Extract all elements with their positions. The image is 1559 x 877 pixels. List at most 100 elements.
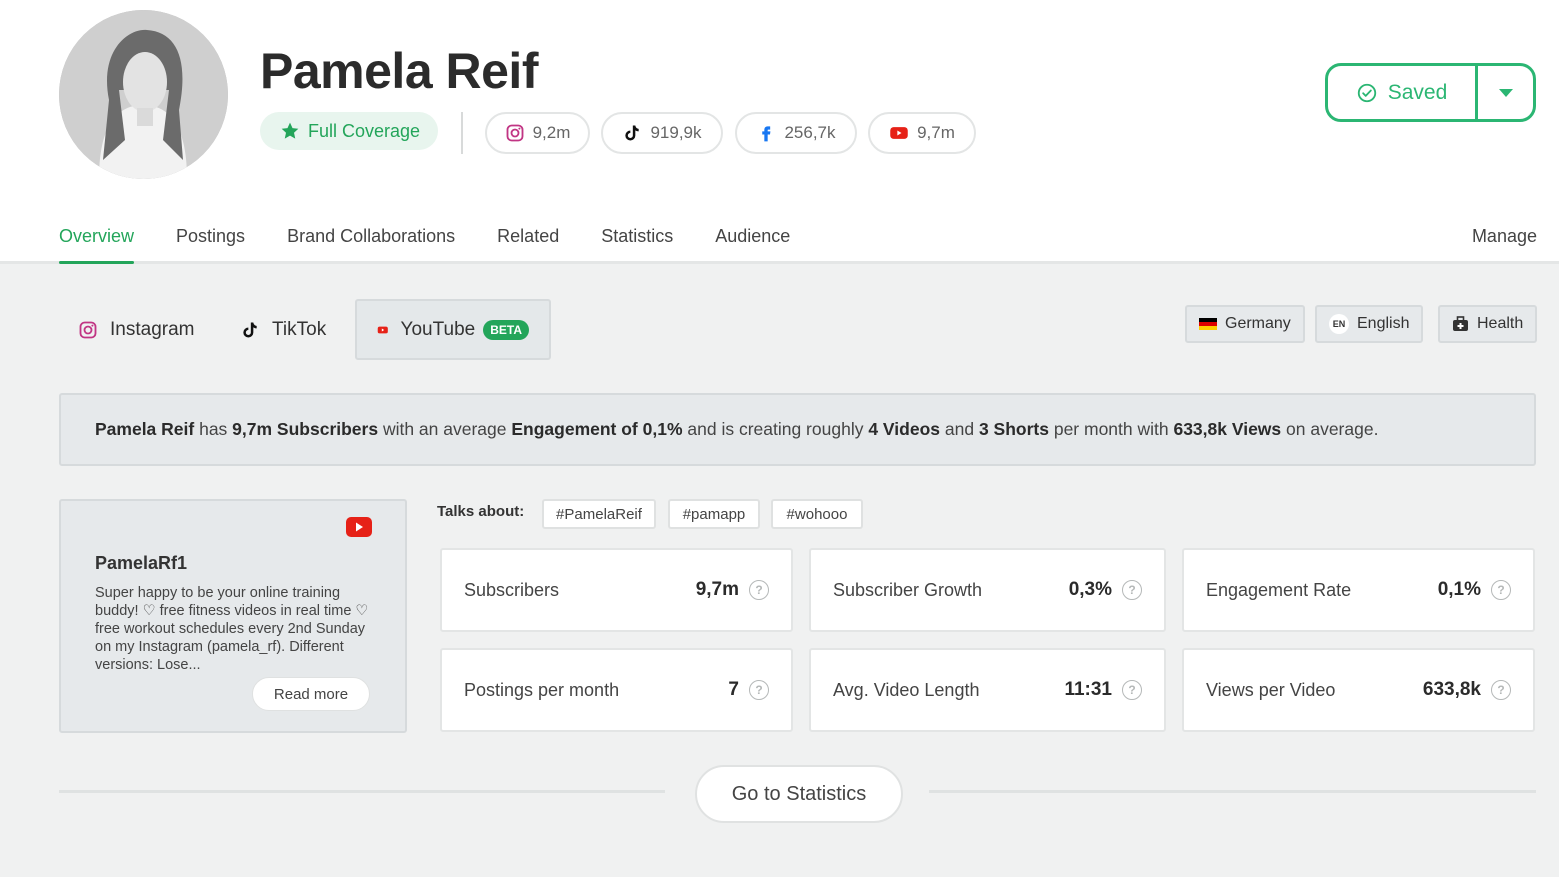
hashtag-chip[interactable]: #PamelaReif [542,499,656,529]
stat-value: 0,3% [1068,579,1112,600]
divider [59,790,665,793]
youtube-count: 9,7m [917,123,955,142]
instagram-followers-pill[interactable]: 9,2m [485,112,590,154]
stat-card-avg-video-length: Avg. Video Length 11:31 ? [809,648,1166,732]
avatar [59,10,228,179]
summary-views: 633,8k Views [1173,419,1282,439]
main-tabs: Overview Postings Brand Collaborations R… [59,226,790,264]
language-code-icon: EN [1329,314,1349,334]
summary-shorts: 3 Shorts [978,419,1049,439]
help-icon[interactable]: ? [1122,680,1142,700]
hashtag-chip[interactable]: #wohooo [771,499,863,529]
star-icon [281,122,299,139]
go-to-statistics-button[interactable]: Go to Statistics [695,765,903,823]
instagram-count: 9,2m [532,123,571,142]
saved-button-group: Saved [1325,63,1536,122]
beta-badge: BETA [483,319,529,340]
stat-label: Engagement Rate [1206,579,1352,600]
category-chip[interactable]: Health [1438,305,1538,343]
facebook-followers-pill[interactable]: 256,7k [735,112,857,154]
channel-bio-card: PamelaRf1 Super happy to be your online … [59,499,407,733]
platform-tab-label: YouTube [400,318,476,340]
stat-label: Avg. Video Length [833,679,980,700]
saved-label: Saved [1387,80,1448,104]
stat-label: Subscriber Growth [833,579,983,600]
stat-card-postings-per-month: Postings per month 7 ? [440,648,793,732]
read-more-button[interactable]: Read more [252,677,370,711]
help-icon[interactable]: ? [1122,580,1142,600]
language-chip[interactable]: EN English [1315,305,1424,343]
talks-about-label: Talks about: [437,503,525,520]
summary-text: with an average [378,419,512,439]
help-icon[interactable]: ? [749,580,769,600]
youtube-icon [890,127,908,139]
stat-card-views-per-video: Views per Video 633,8k ? [1182,648,1535,732]
hashtag-chip[interactable]: #pamapp [668,499,760,529]
stat-card-engagement-rate: Engagement Rate 0,1% ? [1182,548,1535,632]
tab-postings[interactable]: Postings [176,226,245,261]
platform-tab-instagram[interactable]: Instagram [58,299,214,360]
stat-value: 633,8k [1422,679,1481,700]
stat-card-subscribers: Subscribers 9,7m ? [440,548,793,632]
facebook-count: 256,7k [784,123,836,142]
summary-text: and [940,419,979,439]
help-icon[interactable]: ? [749,680,769,700]
divider [929,790,1536,793]
category-label: Health [1477,315,1524,332]
stat-card-subscriber-growth: Subscriber Growth 0,3% ? [809,548,1166,632]
platform-tab-label: Instagram [110,318,195,340]
platform-tab-youtube[interactable]: YouTube BETA [355,299,551,360]
divider [461,112,463,154]
profile-name: Pamela Reif [260,43,538,99]
coverage-label: Full Coverage [308,120,421,141]
stat-value: 7 [728,679,739,700]
caret-down-icon [1498,88,1513,97]
summary-text: on average. [1281,419,1379,439]
tab-brand-collaborations[interactable]: Brand Collaborations [287,226,455,261]
stat-value: 11:31 [1064,679,1112,700]
tab-related[interactable]: Related [497,226,559,261]
tiktok-followers-pill[interactable]: 919,9k [601,112,723,154]
platform-tab-label: TikTok [272,318,327,340]
summary-text: has [194,419,233,439]
stat-label: Postings per month [464,679,620,700]
summary-name: Pamela Reif [95,419,195,439]
country-label: Germany [1225,315,1291,332]
stat-label: Subscribers [464,579,560,600]
tab-statistics[interactable]: Statistics [601,226,673,261]
tab-audience[interactable]: Audience [715,226,790,261]
saved-button[interactable]: Saved [1328,66,1478,119]
saved-dropdown-button[interactable] [1478,66,1533,119]
tiktok-icon [625,125,640,141]
profile-header: Pamela Reif Full Coverage 9,2m 919,9k 25… [0,0,1559,264]
tiktok-icon [243,322,257,337]
channel-handle: PamelaRf1 [95,553,188,573]
youtube-icon [346,517,372,537]
manage-link[interactable]: Manage [1472,226,1537,247]
summary-text: per month with [1048,419,1174,439]
summary-banner: Pamela Reif has 9,7m Subscribers with an… [59,393,1536,466]
stat-value: 0,1% [1437,579,1481,600]
help-icon[interactable]: ? [1491,680,1511,700]
tiktok-count: 919,9k [650,123,702,142]
stat-label: Views per Video [1206,679,1336,700]
summary-engagement: Engagement of 0,1% [511,419,683,439]
coverage-badge: Full Coverage [260,112,439,150]
country-chip[interactable]: Germany [1185,305,1305,343]
first-aid-kit-icon [1453,316,1468,331]
instagram-icon [79,321,97,338]
platform-tab-tiktok[interactable]: TikTok [220,299,346,360]
instagram-icon [506,124,524,142]
summary-text: and is creating roughly [682,419,869,439]
facebook-icon [762,126,771,142]
youtube-followers-pill[interactable]: 9,7m [868,112,976,154]
youtube-icon [377,326,388,333]
summary-videos: 4 Videos [868,419,940,439]
help-icon[interactable]: ? [1491,580,1511,600]
germany-flag-icon [1199,317,1217,331]
language-label: English [1357,315,1410,332]
summary-subscribers: 9,7m Subscribers [232,419,379,439]
check-circle-icon [1357,83,1376,102]
stat-value: 9,7m [695,579,739,600]
tab-overview[interactable]: Overview [59,226,135,264]
